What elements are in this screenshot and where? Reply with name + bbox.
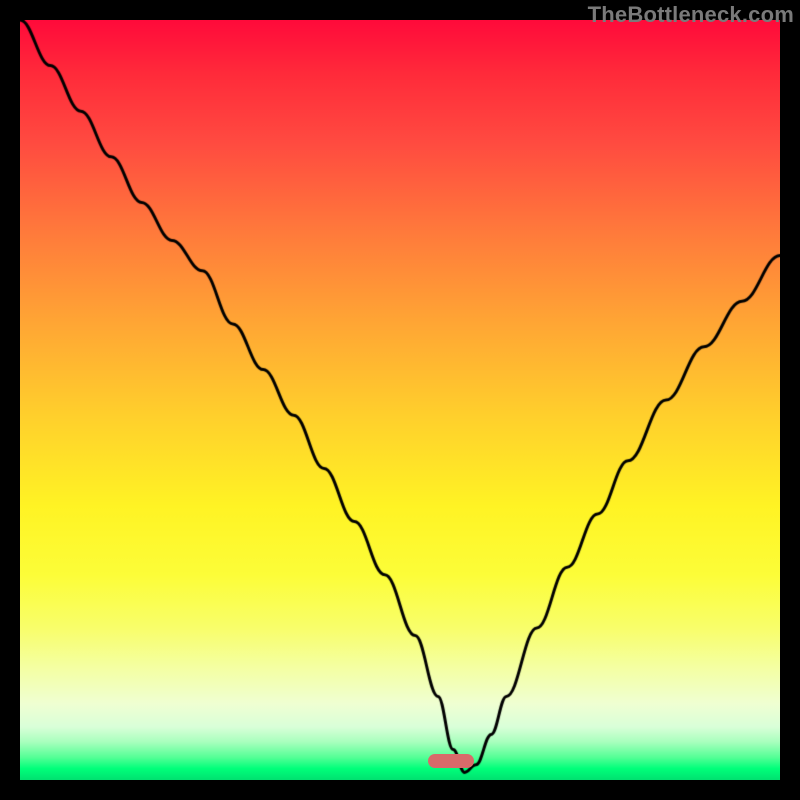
watermark-label: TheBottleneck.com: [588, 2, 794, 28]
chart-container: TheBottleneck.com: [0, 0, 800, 800]
bottleneck-curve: [20, 20, 780, 780]
plot-area: [20, 20, 780, 780]
optimal-marker: [428, 754, 474, 768]
